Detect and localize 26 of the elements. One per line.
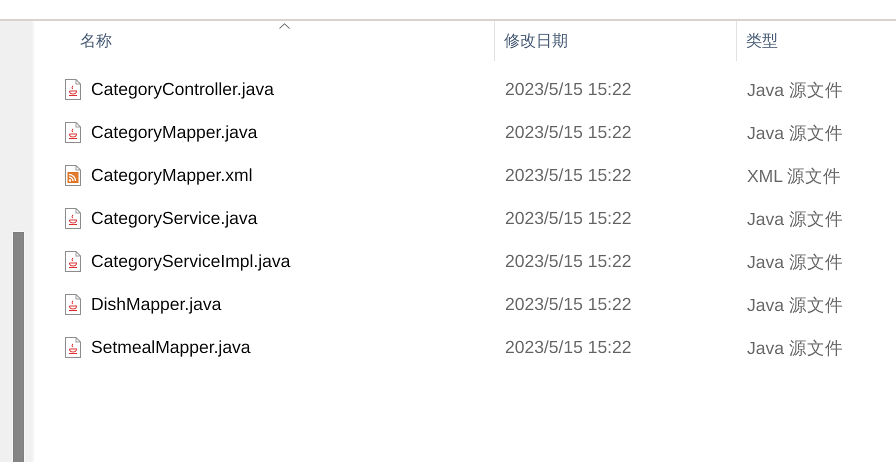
modified-date: 2023/5/15 15:22 [505,294,632,314]
file-type: Java 源文件 [747,338,843,358]
file-name[interactable]: CategoryService.java [91,208,258,229]
file-name[interactable]: CategoryServiceImpl.java [91,251,290,272]
column-header[interactable]: 类型 [737,21,896,61]
modified-date: 2023/5/15 15:22 [505,251,632,271]
file-type: Java 源文件 [747,208,843,228]
file-type: XML 源文件 [747,166,842,186]
column-header[interactable]: 名称 [34,21,495,61]
modified-date: 2023/5/15 15:22 [505,122,632,142]
modified-date: 2023/5/15 15:22 [505,208,632,228]
file-name[interactable]: CategoryMapper.java [91,122,258,143]
modified-date: 2023/5/15 15:22 [505,79,632,99]
column-header[interactable]: 修改日期 [495,21,737,61]
file-type: Java 源文件 [747,294,843,314]
file-type: Java 源文件 [747,80,843,100]
file-type: Java 源文件 [747,252,843,272]
scrollbar-thumb[interactable] [13,232,24,462]
modified-date: 2023/5/15 15:22 [505,337,632,357]
file-name[interactable]: SetmealMapper.java [91,337,251,358]
file-name[interactable]: CategoryMapper.xml [91,165,252,186]
file-name[interactable]: CategoryController.java [91,79,274,100]
file-type: Java 源文件 [747,122,843,142]
sort-caret-icon [279,23,290,29]
file-name[interactable]: DishMapper.java [91,294,222,315]
modified-date: 2023/5/15 15:22 [505,165,632,185]
